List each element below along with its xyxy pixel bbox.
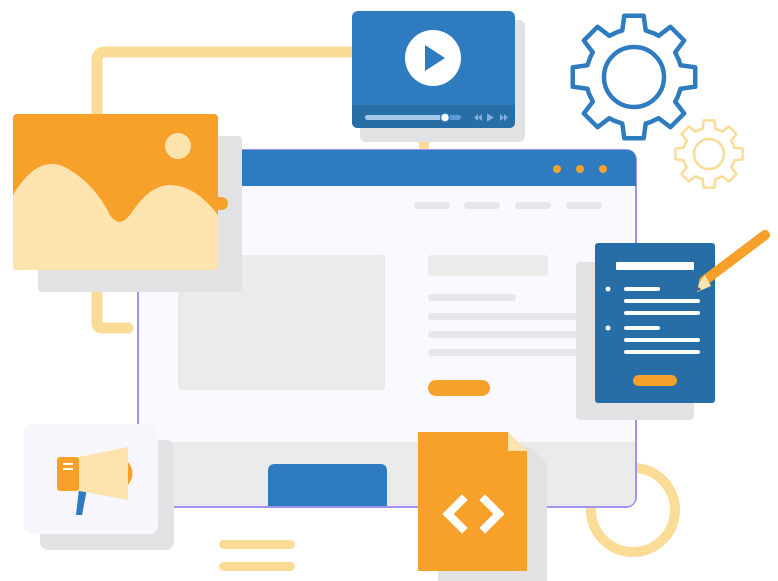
gear-icon	[570, 13, 698, 141]
nav-pill	[515, 202, 551, 209]
document-title-line	[616, 262, 694, 270]
text-line-placeholder	[428, 313, 598, 320]
code-file-icon	[418, 432, 547, 581]
image-icon	[13, 114, 242, 292]
document-line	[624, 338, 700, 342]
text-line-placeholder	[428, 294, 516, 301]
small-gear-icon	[674, 119, 744, 189]
nav-pill	[566, 202, 602, 209]
document-icon	[576, 243, 715, 420]
megaphone-back	[57, 457, 79, 491]
progress-knob	[439, 112, 451, 123]
button-placeholder	[428, 380, 490, 396]
document-button	[633, 375, 677, 386]
nav-pill	[464, 202, 500, 209]
heading-placeholder	[428, 255, 548, 276]
footer-block	[268, 464, 387, 506]
decor-line	[219, 540, 295, 549]
document-line	[624, 311, 700, 315]
text-line-placeholder	[428, 349, 598, 356]
document-line	[624, 326, 660, 330]
text-line-placeholder	[428, 331, 598, 338]
document-line	[624, 299, 700, 303]
browser-dot	[576, 165, 584, 173]
browser-dot	[599, 165, 607, 173]
document-line	[624, 350, 700, 354]
nav-pill	[414, 202, 450, 209]
video-player-icon	[352, 11, 525, 142]
megaphone-icon	[24, 424, 174, 550]
slider-knob	[214, 197, 228, 210]
decor-line	[219, 562, 295, 571]
progress-fill	[365, 115, 445, 120]
browser-dot	[553, 165, 561, 173]
bullet	[605, 286, 611, 292]
document-line	[624, 287, 660, 291]
bullet	[605, 325, 611, 331]
web-design-illustration	[13, 11, 770, 581]
sun-icon	[165, 133, 191, 159]
